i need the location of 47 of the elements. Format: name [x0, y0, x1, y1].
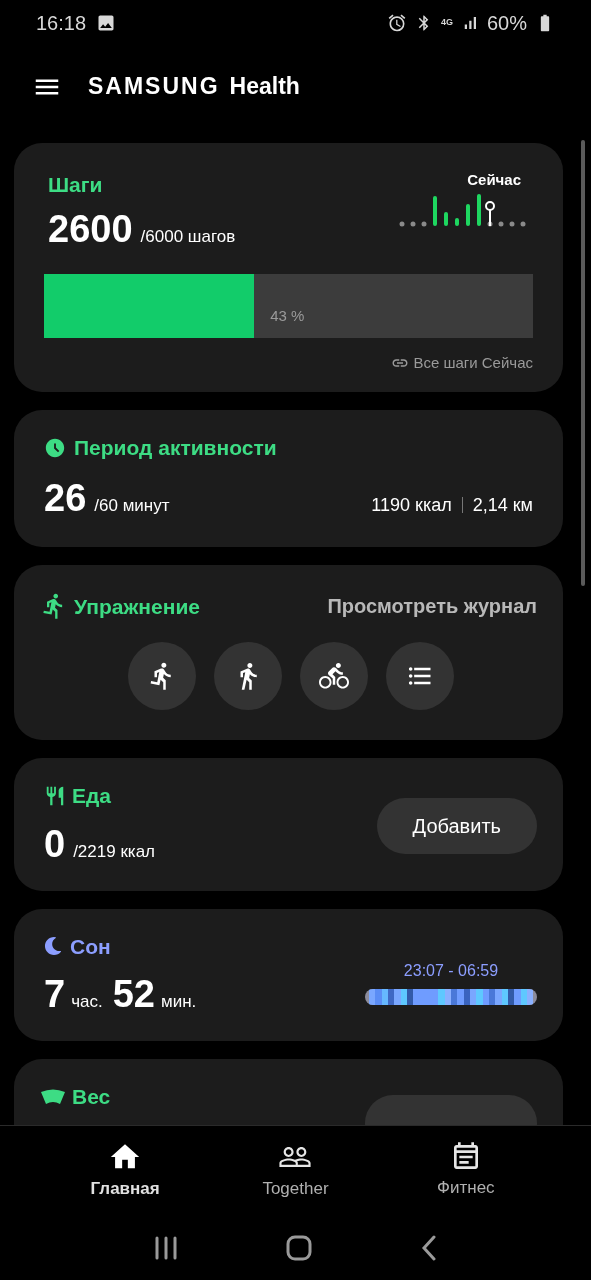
- weight-card[interactable]: Вес: [14, 1059, 563, 1125]
- battery-percent: 60%: [486, 10, 527, 36]
- activity-card[interactable]: Период активности 26 /60 минут 1190 ккал 2,14 км: [14, 410, 563, 547]
- exercise-card[interactable]: Упражнение Просмотреть журнал: [14, 564, 563, 740]
- hours-unit: час.: [71, 991, 103, 1013]
- minutes-goal: /60 минут: [94, 494, 170, 517]
- network-type: 4G: [440, 15, 453, 29]
- bicycle-icon: [318, 661, 349, 691]
- card-title: Еда: [72, 783, 112, 809]
- card-title: Вес: [72, 1084, 111, 1110]
- calories-eaten: 0: [44, 821, 66, 867]
- steps-count: 2600: [48, 206, 133, 252]
- card-title: Период активности: [74, 435, 277, 461]
- home-button-icon[interactable]: [286, 1234, 313, 1261]
- recent-apps-icon[interactable]: [154, 1235, 179, 1260]
- sleep-minutes: 52: [112, 972, 155, 1017]
- card-title: Шаги: [48, 172, 104, 198]
- add-button[interactable]: Добавить: [376, 798, 537, 855]
- alarm-icon: [386, 12, 407, 33]
- nav-tab[interactable]: Together: [230, 1139, 361, 1202]
- nav-tab[interactable]: Главная: [60, 1139, 191, 1202]
- active-minutes: 26: [44, 475, 87, 521]
- view-log-link[interactable]: Просмотреть журнал: [327, 591, 537, 622]
- sleep-card[interactable]: Сон 7 час. 52 мин. 23:07 - 06:59: [14, 908, 563, 1041]
- all-steps-link[interactable]: Все шаги Сейчас: [413, 351, 533, 374]
- steps-goal: /6000 шагов: [140, 225, 236, 248]
- minutes-unit: мин.: [160, 991, 197, 1013]
- nav-tab[interactable]: Фитнес: [400, 1140, 531, 1201]
- sleep-hours: 7: [44, 972, 66, 1017]
- steps-percent: 43 %: [270, 306, 305, 326]
- distance-value: 2,14 км: [472, 493, 533, 517]
- cutlery-icon: [44, 784, 66, 807]
- card-title: Упражнение: [74, 593, 200, 620]
- food-card[interactable]: Еда 0 /2219 ккал Добавить: [14, 758, 563, 891]
- card-title: Сон: [70, 933, 111, 960]
- now-label: Сейчас: [467, 170, 521, 190]
- steps-card[interactable]: Шаги 2600 /6000 шагов Сейчас 43 % Все шаги Сейчас: [14, 143, 563, 392]
- sleep-time-range: 23:07 - 06:59: [403, 960, 499, 981]
- calories-goal: /2219 ккал: [73, 840, 156, 863]
- scale-icon: [40, 1088, 66, 1105]
- back-icon[interactable]: [420, 1234, 437, 1261]
- moon-icon: [44, 937, 62, 956]
- app-name: Health: [229, 72, 300, 102]
- clock-time: 16:18: [36, 10, 87, 36]
- clock-icon: [44, 436, 66, 459]
- calories-value: 1190 ккал: [371, 493, 452, 517]
- brand-logo: SAMSUNG: [88, 72, 220, 102]
